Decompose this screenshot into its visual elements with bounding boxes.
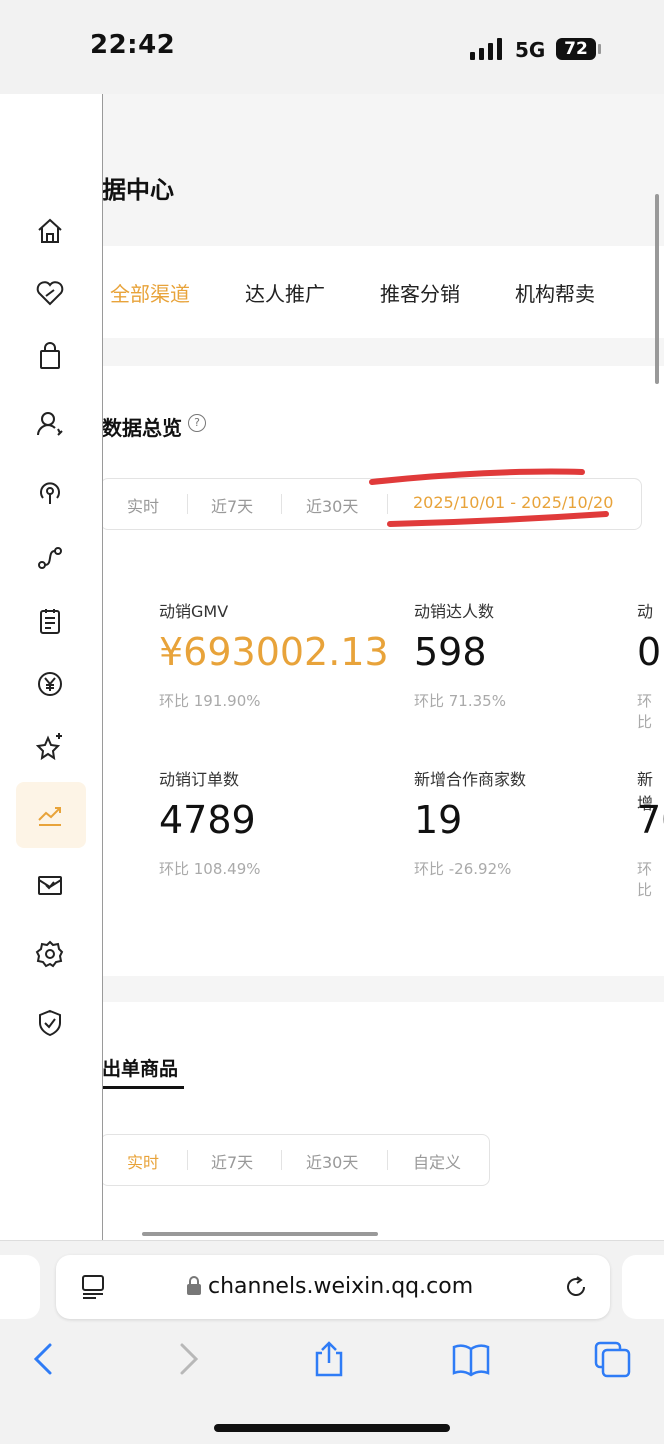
help-icon[interactable]: ?	[188, 414, 206, 432]
tab-all-channels[interactable]: 全部渠道	[110, 278, 190, 307]
range-7days[interactable]: 近7天	[211, 493, 253, 517]
metric-compare: 环比 108.49%	[159, 860, 261, 878]
bookmarks-icon[interactable]	[451, 1339, 491, 1379]
metric-value: 0	[637, 630, 662, 674]
metric-compare: 环比 191.90%	[159, 692, 261, 710]
mail-check-icon[interactable]	[33, 868, 67, 902]
tab-influencer[interactable]: 达人推广	[245, 278, 325, 307]
next-tab-card[interactable]	[622, 1255, 664, 1319]
metric-label: 动销订单数	[159, 770, 240, 789]
metric-compare: 环比	[637, 692, 653, 731]
forward-icon[interactable]	[168, 1339, 208, 1379]
reload-icon[interactable]	[564, 1275, 588, 1299]
url-text: channels.weixin.qq.com	[208, 1274, 474, 1299]
reader-icon[interactable]	[80, 1273, 106, 1301]
range-30days[interactable]: 近30天	[306, 1149, 358, 1173]
yen-icon[interactable]	[33, 667, 67, 701]
title-area: 据中心	[102, 94, 664, 244]
channel-tabs: 全部渠道 达人推广 推客分销 机构帮卖	[102, 246, 664, 338]
metric-label: 动	[637, 602, 654, 621]
tab-agency[interactable]: 机构帮卖	[515, 278, 595, 307]
bag-icon[interactable]	[33, 339, 67, 373]
range-realtime[interactable]: 实时	[127, 493, 159, 517]
metric-value: 598	[414, 630, 487, 674]
metric-value: 70	[637, 798, 664, 842]
metric-value: 4789	[159, 798, 256, 842]
heart-link-icon[interactable]	[33, 276, 67, 310]
range-30days[interactable]: 近30天	[306, 493, 358, 517]
status-bar: 22:42 5G 72	[0, 0, 664, 94]
user-star-icon[interactable]	[33, 407, 67, 441]
vertical-scrollbar[interactable]	[655, 194, 659, 384]
metric-value: ¥693002.13	[159, 630, 389, 674]
range-7days[interactable]: 近7天	[211, 1149, 253, 1173]
home-indicator	[214, 1424, 450, 1432]
sidebar	[0, 94, 103, 1240]
metric-label: 动销GMV	[159, 602, 229, 621]
gear-icon[interactable]	[33, 937, 67, 971]
tab-distribution[interactable]: 推客分销	[380, 278, 460, 307]
metric-compare: 环比	[637, 860, 653, 899]
home-icon[interactable]	[33, 214, 67, 248]
metric-label: 动销达人数	[414, 602, 495, 621]
trend-icon[interactable]	[33, 798, 67, 832]
red-annotation-marks	[369, 468, 609, 527]
overview-title: 数据总览	[102, 416, 182, 440]
address-bar[interactable]: channels.weixin.qq.com	[56, 1255, 610, 1319]
range-custom[interactable]: 自定义	[413, 1149, 461, 1173]
metric-compare: 环比 71.35%	[414, 692, 506, 710]
battery-cap	[598, 44, 601, 54]
page-title: 据中心	[102, 176, 174, 204]
data-overview-card: 数据总览 ? 实时 近7天 近30天 2025/10/01 - 2025/10/…	[100, 366, 664, 976]
products-tab-title[interactable]: 出单商品	[102, 1054, 178, 1081]
clipboard-icon[interactable]	[33, 604, 67, 638]
main-content: 据中心 全部渠道 达人推广 推客分销 机构帮卖 数据总览 ? 实时 近7天 近3…	[100, 94, 664, 1240]
tabs-icon[interactable]	[592, 1339, 632, 1379]
shield-check-icon[interactable]	[33, 1006, 67, 1040]
clock: 22:42	[90, 30, 176, 60]
battery-icon: 72	[556, 38, 596, 60]
web-page: 据中心 全部渠道 达人推广 推客分销 机构帮卖 数据总览 ? 实时 近7天 近3…	[0, 94, 664, 1240]
lock-icon	[187, 1276, 201, 1295]
range-realtime[interactable]: 实时	[127, 1149, 159, 1173]
metric-label: 新增合作商家数	[414, 770, 527, 789]
metric-compare: 环比 -26.92%	[414, 860, 512, 878]
share-icon[interactable]	[309, 1339, 349, 1379]
signal-icon	[470, 38, 502, 60]
horizontal-scrollbar[interactable]	[142, 1232, 378, 1236]
live-icon[interactable]	[33, 476, 67, 510]
network-type: 5G	[515, 38, 546, 62]
tab-underline	[102, 1086, 184, 1089]
prev-tab-card[interactable]	[0, 1255, 40, 1319]
back-icon[interactable]	[24, 1339, 64, 1379]
top-products-card: 出单商品 实时 近7天 近30天 自定义	[100, 1002, 664, 1240]
metric-value: 19	[414, 798, 463, 842]
products-range-selector: 实时 近7天 近30天 自定义	[100, 1134, 490, 1186]
star-plus-icon[interactable]	[33, 729, 67, 763]
route-icon[interactable]	[33, 541, 67, 575]
browser-toolbar: channels.weixin.qq.com	[0, 1240, 664, 1444]
